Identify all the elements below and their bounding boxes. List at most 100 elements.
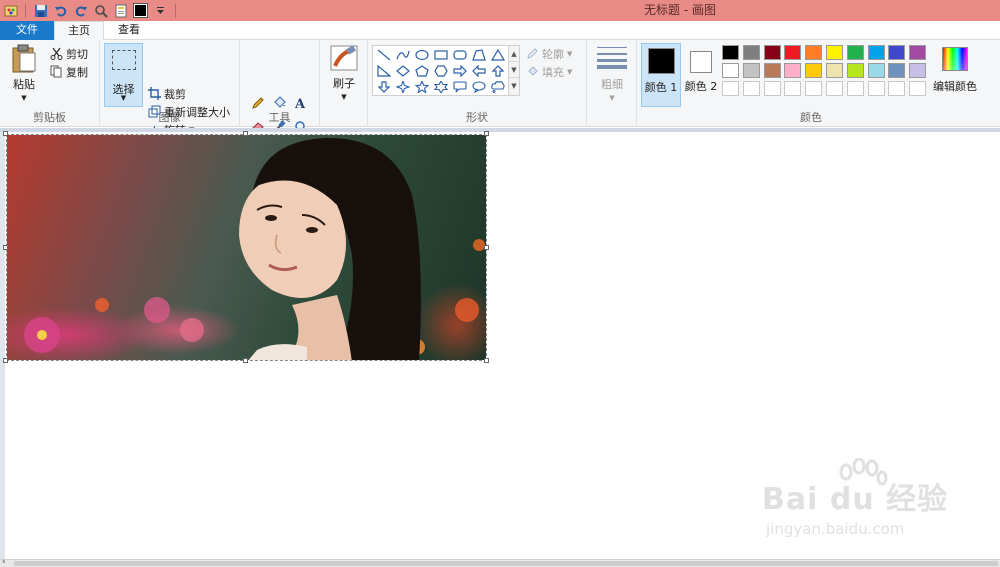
palette-color-swatch[interactable]: [846, 63, 864, 78]
select-dropdown-arrow[interactable]: ▼: [105, 94, 142, 102]
cloud-callout-shape-icon[interactable]: [489, 79, 506, 94]
palette-custom-slot[interactable]: [826, 81, 843, 96]
drawing-canvas[interactable]: [6, 134, 487, 361]
palette-color-swatch[interactable]: [888, 45, 906, 60]
palette-color-swatch[interactable]: [805, 63, 823, 78]
paint-app-icon[interactable]: [2, 2, 19, 19]
rounded-callout-shape-icon[interactable]: [451, 79, 468, 94]
right-triangle-shape-icon[interactable]: [375, 63, 392, 78]
pencil-icon[interactable]: [249, 94, 267, 112]
paste-button[interactable]: 粘贴 ▼: [6, 44, 42, 104]
outline-dropdown-arrow[interactable]: ▼: [567, 50, 572, 58]
palette-color-swatch[interactable]: [826, 63, 843, 78]
palette-custom-slot[interactable]: [888, 81, 906, 96]
tab-file[interactable]: 文件: [0, 21, 54, 40]
rounded-rectangle-shape-icon[interactable]: [451, 47, 468, 62]
magnifier-icon[interactable]: [92, 2, 109, 19]
palette-color-swatch[interactable]: [722, 63, 739, 78]
palette-color-swatch[interactable]: [826, 45, 843, 60]
palette-color-swatch[interactable]: [846, 45, 864, 60]
size-dropdown-arrow[interactable]: ▼: [609, 94, 614, 102]
palette-color-swatch[interactable]: [867, 45, 885, 60]
resize-handle-left[interactable]: [3, 245, 8, 250]
down-arrow-shape-icon[interactable]: [375, 79, 392, 94]
fill-dropdown-arrow[interactable]: ▼: [567, 68, 572, 76]
pentagon-shape-icon[interactable]: [413, 63, 430, 78]
size-button[interactable]: 粗细 ▼: [593, 44, 631, 106]
edit-colors-button[interactable]: 编辑颜色: [930, 43, 980, 107]
five-point-star-shape-icon[interactable]: [413, 79, 430, 94]
palette-color-swatch[interactable]: [784, 63, 802, 78]
resize-handle-bottom-right[interactable]: [484, 358, 489, 363]
color2-button[interactable]: 颜色 2: [682, 43, 720, 107]
tab-view[interactable]: 查看: [104, 21, 154, 40]
redo-icon[interactable]: [72, 2, 89, 19]
palette-custom-slot[interactable]: [763, 81, 781, 96]
up-arrow-shape-icon[interactable]: [489, 63, 506, 78]
color1-button[interactable]: 颜色 1: [641, 43, 681, 107]
resize-handle-top-left[interactable]: [3, 131, 8, 136]
undo-icon[interactable]: [52, 2, 69, 19]
resize-handle-top-right[interactable]: [484, 131, 489, 136]
polygon-shape-icon[interactable]: [470, 47, 487, 62]
curve-shape-icon[interactable]: [394, 47, 411, 62]
cut-button[interactable]: 剪切: [50, 45, 88, 62]
shapes-scroll[interactable]: ▲ ▼ ▼: [508, 46, 519, 95]
resize-handle-top[interactable]: [243, 131, 248, 136]
resize-handle-right[interactable]: [484, 245, 489, 250]
palette-color-swatch[interactable]: [742, 63, 760, 78]
line-shape-icon[interactable]: [375, 47, 392, 62]
oval-shape-icon[interactable]: [413, 47, 430, 62]
palette-color-swatch[interactable]: [867, 63, 885, 78]
copy-button[interactable]: 复制: [50, 63, 88, 80]
text-tool-icon[interactable]: A: [292, 94, 310, 112]
properties-icon[interactable]: [112, 2, 129, 19]
color-swatch-icon[interactable]: [132, 2, 149, 19]
oval-callout-shape-icon[interactable]: [470, 79, 487, 94]
four-point-star-shape-icon[interactable]: [394, 79, 411, 94]
triangle-shape-icon[interactable]: [489, 47, 506, 62]
palette-custom-slot[interactable]: [784, 81, 802, 96]
right-arrow-shape-icon[interactable]: [451, 63, 468, 78]
palette-color-swatch[interactable]: [742, 45, 760, 60]
rectangle-shape-icon[interactable]: [432, 47, 449, 62]
shapes-scroll-down[interactable]: ▼: [509, 62, 519, 78]
brushes-button[interactable]: 刷子 ▼: [324, 44, 364, 104]
shapes-scroll-more[interactable]: ▼: [509, 78, 519, 94]
palette-color-swatch[interactable]: [805, 45, 823, 60]
save-icon[interactable]: [32, 2, 49, 19]
paste-dropdown-arrow[interactable]: ▼: [21, 94, 26, 102]
palette-color-swatch[interactable]: [909, 45, 927, 60]
scroll-left-arrow-icon[interactable]: ‹: [2, 557, 6, 567]
palette-color-swatch[interactable]: [763, 45, 781, 60]
palette-custom-slot[interactable]: [805, 81, 823, 96]
palette-color-swatch[interactable]: [722, 45, 739, 60]
shapes-scroll-up[interactable]: ▲: [509, 46, 519, 62]
six-point-star-shape-icon[interactable]: [432, 79, 449, 94]
hexagon-shape-icon[interactable]: [432, 63, 449, 78]
palette-custom-slot[interactable]: [722, 81, 739, 96]
palette-custom-slot[interactable]: [742, 81, 760, 96]
resize-button[interactable]: 重新调整大小: [148, 103, 230, 120]
resize-handle-bottom-left[interactable]: [3, 358, 8, 363]
brushes-dropdown-arrow[interactable]: ▼: [341, 93, 346, 101]
tab-home[interactable]: 主页: [54, 21, 104, 41]
fill-button[interactable]: 填充 ▼: [526, 63, 572, 80]
palette-color-swatch[interactable]: [888, 63, 906, 78]
horizontal-scrollbar[interactable]: ‹: [0, 557, 1000, 567]
select-button[interactable]: 选择 ▼: [104, 43, 143, 107]
palette-color-swatch[interactable]: [784, 45, 802, 60]
fill-bucket-icon[interactable]: [270, 94, 288, 112]
palette-custom-slot[interactable]: [909, 81, 927, 96]
scroll-thumb[interactable]: [14, 561, 998, 566]
palette-color-swatch[interactable]: [763, 63, 781, 78]
left-arrow-shape-icon[interactable]: [470, 63, 487, 78]
crop-button[interactable]: 裁剪: [148, 85, 186, 102]
outline-button[interactable]: 轮廓 ▼: [526, 45, 572, 62]
customize-toolbar-icon[interactable]: [152, 2, 169, 19]
palette-color-swatch[interactable]: [909, 63, 927, 78]
diamond-shape-icon[interactable]: [394, 63, 411, 78]
palette-custom-slot[interactable]: [867, 81, 885, 96]
palette-custom-slot[interactable]: [846, 81, 864, 96]
resize-handle-bottom[interactable]: [243, 358, 248, 363]
